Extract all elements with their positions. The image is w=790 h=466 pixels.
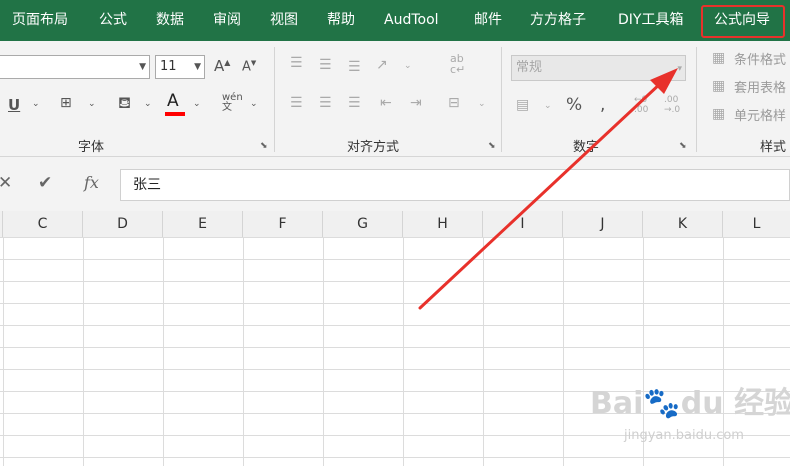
- annotation-arrow: [418, 68, 678, 310]
- arrow-shaft: [418, 80, 664, 310]
